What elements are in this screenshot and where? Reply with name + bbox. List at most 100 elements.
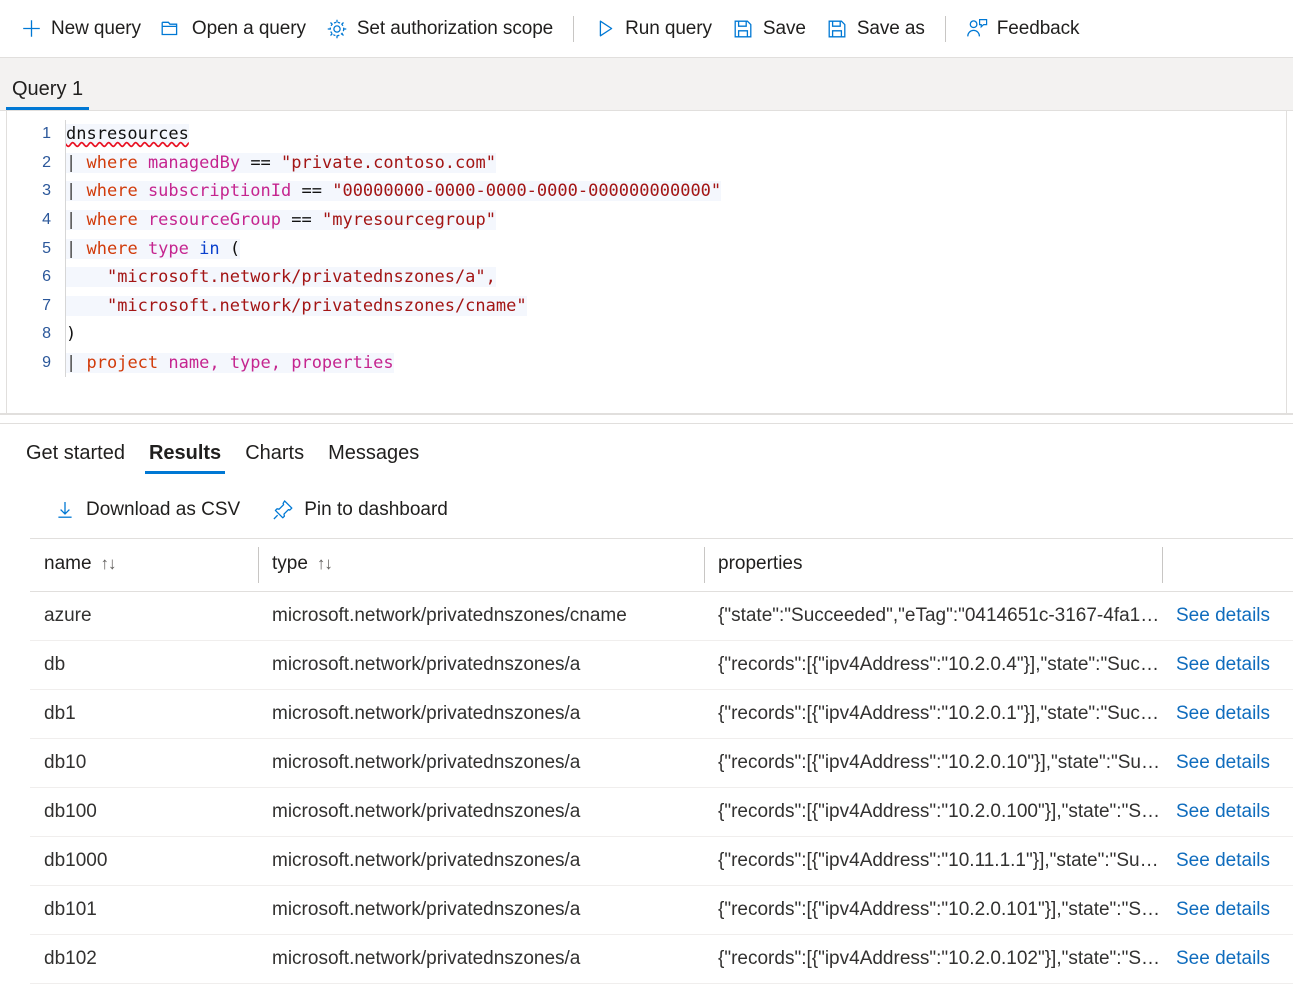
- line-number: 8: [42, 325, 51, 343]
- table-row[interactable]: db100 microsoft.network/privatednszones/…: [30, 787, 1293, 837]
- cell-type: microsoft.network/privatednszones/a: [258, 738, 704, 788]
- tab-get-started[interactable]: Get started: [14, 424, 137, 482]
- token-pipe: |: [66, 210, 77, 231]
- token-string: "myresourcegroup": [321, 210, 496, 231]
- toolbar-divider-2: [944, 15, 946, 42]
- save-as-label: Save as: [856, 17, 925, 39]
- feedback-button[interactable]: Feedback: [956, 9, 1090, 49]
- line-number: 9: [42, 354, 51, 372]
- query-editor[interactable]: 1 dnsresources 2 | where managedBy == "p…: [0, 110, 1293, 414]
- tab-label: Get started: [26, 441, 125, 464]
- see-details-link[interactable]: See details: [1176, 703, 1270, 724]
- token-identifier: resourceGroup: [147, 210, 281, 231]
- new-query-label: New query: [51, 17, 141, 39]
- results-pane: Get started Results Charts Messages Down…: [0, 424, 1293, 984]
- code-content[interactable]: "microsoft.network/privatednszones/a",: [65, 262, 1286, 292]
- cell-properties: {"records":[{"ipv4Address":"10.2.0.10"}]…: [704, 738, 1162, 788]
- sort-arrows-icon[interactable]: ↑↓: [317, 554, 333, 573]
- code-line[interactable]: 9 | project name, type, properties: [7, 348, 1286, 378]
- column-header-type[interactable]: type ↑↓: [258, 538, 704, 592]
- see-details-link[interactable]: See details: [1176, 654, 1270, 675]
- new-query-button[interactable]: New query: [10, 9, 151, 49]
- token-pipe: |: [66, 353, 77, 374]
- cell-name: azure: [30, 591, 258, 641]
- save-as-button[interactable]: Save as: [816, 9, 935, 49]
- code-line[interactable]: 5 | where type in (: [7, 234, 1286, 263]
- save-as-icon: [826, 18, 848, 40]
- cell-name: db100: [30, 787, 258, 837]
- column-header-properties[interactable]: properties: [704, 538, 1162, 592]
- code-content[interactable]: | where resourceGroup == "myresourcegrou…: [65, 205, 1286, 235]
- plus-icon: [20, 18, 42, 40]
- column-header-label: name: [44, 553, 92, 574]
- column-header-name[interactable]: name ↑↓: [30, 538, 258, 592]
- download-as-csv-button[interactable]: Download as CSV: [44, 491, 250, 529]
- code-line[interactable]: 2 | where managedBy == "private.contoso.…: [7, 148, 1286, 178]
- cell-name: db102: [30, 934, 258, 984]
- code-line[interactable]: 7 "microsoft.network/privatednszones/cna…: [7, 291, 1286, 321]
- see-details-link[interactable]: See details: [1176, 899, 1270, 920]
- token-identifier: subscriptionId: [147, 181, 292, 202]
- table-row[interactable]: db101 microsoft.network/privatednszones/…: [30, 885, 1293, 935]
- line-number: 2: [42, 153, 51, 171]
- token-string: "00000000-0000-0000-0000-000000000000": [332, 181, 722, 202]
- line-number: 3: [42, 182, 51, 200]
- code-line[interactable]: 6 "microsoft.network/privatednszones/a",: [7, 262, 1286, 292]
- save-label: Save: [762, 17, 806, 39]
- token-string: "microsoft.network/privatednszones/cname…: [106, 295, 527, 316]
- table-row[interactable]: db1000 microsoft.network/privatednszones…: [30, 836, 1293, 886]
- code-content[interactable]: | project name, type, properties: [65, 348, 1286, 378]
- results-action-bar: Download as CSV Pin to dashboard: [0, 482, 1293, 538]
- code-content[interactable]: "microsoft.network/privatednszones/cname…: [65, 291, 1286, 321]
- code-content[interactable]: ): [65, 320, 1286, 349]
- see-details-link[interactable]: See details: [1176, 948, 1270, 969]
- table-row[interactable]: db1 microsoft.network/privatednszones/a …: [30, 689, 1293, 739]
- cell-name: db101: [30, 885, 258, 935]
- table-row[interactable]: db microsoft.network/privatednszones/a {…: [30, 640, 1293, 690]
- set-authorization-scope-button[interactable]: Set authorization scope: [316, 9, 563, 49]
- table-row[interactable]: azure microsoft.network/privatednszones/…: [30, 591, 1293, 641]
- table-row[interactable]: db10 microsoft.network/privatednszones/a…: [30, 738, 1293, 788]
- see-details-link[interactable]: See details: [1176, 605, 1270, 626]
- code-line[interactable]: 3 | where subscriptionId == "00000000-00…: [7, 177, 1286, 206]
- results-table: name ↑↓ type ↑↓ properties azure microso…: [30, 538, 1293, 984]
- cell-actions: See details: [1162, 591, 1293, 641]
- token-identifier: type: [147, 238, 189, 259]
- cell-actions: See details: [1162, 689, 1293, 739]
- query-tab-strip: Query 1: [0, 58, 1293, 110]
- code-content[interactable]: dnsresources: [65, 120, 1286, 149]
- cell-actions: See details: [1162, 640, 1293, 690]
- cell-properties: {"records":[{"ipv4Address":"10.2.0.101"}…: [704, 885, 1162, 935]
- cell-actions: See details: [1162, 787, 1293, 837]
- run-query-button[interactable]: Run query: [584, 9, 722, 49]
- pane-splitter[interactable]: [0, 414, 1293, 424]
- tab-label: Charts: [245, 441, 305, 464]
- tab-charts[interactable]: Charts: [233, 424, 316, 482]
- see-details-link[interactable]: See details: [1176, 801, 1270, 822]
- code-content[interactable]: | where managedBy == "private.contoso.co…: [65, 148, 1286, 178]
- results-table-body: azure microsoft.network/privatednszones/…: [30, 591, 1293, 984]
- results-table-container: name ↑↓ type ↑↓ properties azure microso…: [0, 538, 1293, 984]
- token-in-operator: in: [199, 238, 220, 259]
- token-identifier: managedBy: [147, 152, 241, 173]
- query-tab-label: Query 1: [12, 78, 84, 100]
- tab-messages[interactable]: Messages: [316, 424, 431, 482]
- open-query-button[interactable]: Open a query: [151, 9, 316, 49]
- play-icon: [594, 18, 616, 40]
- save-button[interactable]: Save: [722, 9, 816, 49]
- code-line[interactable]: 8 ): [7, 320, 1286, 349]
- code-content[interactable]: | where type in (: [65, 234, 1286, 263]
- token-keyword: where: [86, 152, 138, 173]
- code-content[interactable]: | where subscriptionId == "00000000-0000…: [65, 177, 1286, 206]
- table-row[interactable]: db102 microsoft.network/privatednszones/…: [30, 934, 1293, 984]
- code-line[interactable]: 4 | where resourceGroup == "myresourcegr…: [7, 205, 1286, 235]
- sort-arrows-icon[interactable]: ↑↓: [101, 554, 117, 573]
- code-line[interactable]: 1 dnsresources: [7, 120, 1286, 149]
- line-number: 6: [42, 268, 51, 286]
- tab-results[interactable]: Results: [137, 424, 233, 482]
- see-details-link[interactable]: See details: [1176, 752, 1270, 773]
- see-details-link[interactable]: See details: [1176, 850, 1270, 871]
- tab-query-1[interactable]: Query 1: [2, 78, 93, 110]
- person-feedback-icon: [966, 18, 988, 40]
- pin-to-dashboard-button[interactable]: Pin to dashboard: [262, 491, 458, 529]
